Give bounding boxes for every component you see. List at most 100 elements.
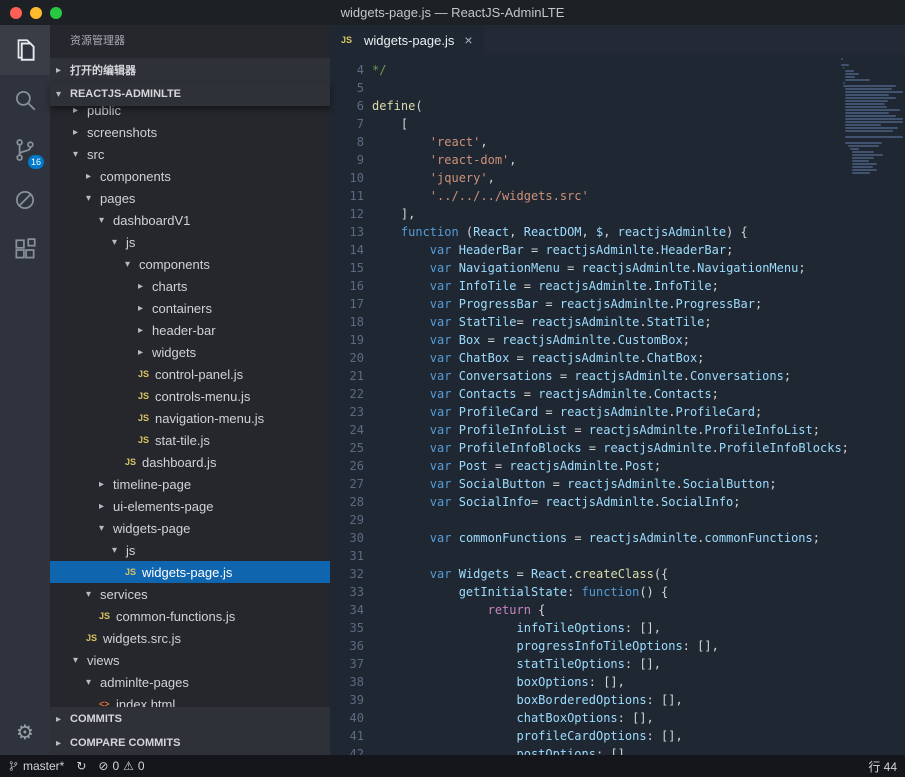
settings-gear-icon[interactable]: ⚙: [16, 709, 34, 755]
problems-indicator[interactable]: ⊘ 0 ⚠ 0: [98, 759, 144, 773]
search-icon[interactable]: [0, 75, 50, 125]
code-line[interactable]: 30 var commonFunctions = reactjsAdminlte…: [330, 529, 905, 547]
tree-item-src[interactable]: ▾ src: [50, 143, 330, 165]
tree-item-services[interactable]: ▾ services: [50, 583, 330, 605]
tree-item-stat-tile.js[interactable]: JS stat-tile.js: [50, 429, 330, 451]
minimap-line: [852, 169, 878, 171]
tree-item-dashboardV1[interactable]: ▾ dashboardV1: [50, 209, 330, 231]
code-line[interactable]: 4 */: [330, 61, 905, 79]
code-line[interactable]: 6 define(: [330, 97, 905, 115]
git-branch-indicator[interactable]: master*: [8, 759, 64, 773]
code-line[interactable]: 20 var ChatBox = reactjsAdminlte.ChatBox…: [330, 349, 905, 367]
tree-item-views[interactable]: ▾ views: [50, 649, 330, 671]
tree-item-charts[interactable]: ▸ charts: [50, 275, 330, 297]
code-text: var ProfileCard = reactjsAdminlte.Profil…: [429, 405, 763, 419]
open-editors-section-header[interactable]: ▸ 打开的编辑器: [50, 58, 330, 82]
code-line[interactable]: 23 var ProfileCard = reactjsAdminlte.Pro…: [330, 403, 905, 421]
tree-item-index.html[interactable]: <> index.html: [50, 693, 330, 708]
code-line[interactable]: 11 '../../../widgets.src': [330, 187, 905, 205]
js-file-icon: JS: [125, 567, 137, 577]
line-number: 11: [349, 189, 364, 203]
code-text: chatBoxOptions: [],: [516, 711, 654, 725]
code-line[interactable]: 28 var SocialInfo= reactjsAdminlte.Socia…: [330, 493, 905, 511]
project-section-header[interactable]: ▾ REACTJS-ADMINLTE: [50, 82, 330, 106]
tree-item-controls-menu.js[interactable]: JS controls-menu.js: [50, 385, 330, 407]
code-line[interactable]: 40 chatBoxOptions: [],: [330, 709, 905, 727]
code-line[interactable]: 31: [330, 547, 905, 565]
code-line[interactable]: 42 postOptions: [],: [330, 745, 905, 755]
tree-item-dashboard.js[interactable]: JS dashboard.js: [50, 451, 330, 473]
code-text: ],: [372, 207, 416, 221]
code-line[interactable]: 33 getInitialState: function() {: [330, 583, 905, 601]
code-line[interactable]: 19 var Box = reactjsAdminlte.CustomBox;: [330, 331, 905, 349]
tree-item-ui-elements-page[interactable]: ▸ ui-elements-page: [50, 495, 330, 517]
explorer-icon[interactable]: [0, 25, 50, 75]
chevron-right-icon: ▸: [138, 280, 144, 292]
tree-item-navigation-menu.js[interactable]: JS navigation-menu.js: [50, 407, 330, 429]
cursor-position-indicator[interactable]: 行 44: [868, 758, 897, 775]
tree-item-widgets-page.js[interactable]: JS widgets-page.js: [50, 561, 330, 583]
tree-item-header-bar[interactable]: ▸ header-bar: [50, 319, 330, 341]
code-line[interactable]: 5: [330, 79, 905, 97]
compare-commits-section-header[interactable]: ▸ COMPARE COMMITS: [50, 731, 330, 755]
code-line[interactable]: 22 var Contacts = reactjsAdminlte.Contac…: [330, 385, 905, 403]
code-line[interactable]: 14 var HeaderBar = reactjsAdminlte.Heade…: [330, 241, 905, 259]
code-line[interactable]: 36 progressInfoTileOptions: [],: [330, 637, 905, 655]
tree-item-timeline-page[interactable]: ▸ timeline-page: [50, 473, 330, 495]
extensions-icon[interactable]: [0, 225, 50, 275]
tree-item-widgets-page[interactable]: ▾ widgets-page: [50, 517, 330, 539]
tab-widgets-page[interactable]: JS widgets-page.js ×: [330, 25, 484, 55]
code-line[interactable]: 34 return {: [330, 601, 905, 619]
code-line[interactable]: 38 boxOptions: [],: [330, 673, 905, 691]
code-line[interactable]: 25 var ProfileInfoBlocks = reactjsAdminl…: [330, 439, 905, 457]
tree-item-adminlte-pages[interactable]: ▾ adminlte-pages: [50, 671, 330, 693]
code-line[interactable]: 18 var StatTile= reactjsAdminlte.StatTil…: [330, 313, 905, 331]
code-line[interactable]: 9 'react-dom',: [330, 151, 905, 169]
code-line[interactable]: 41 profileCardOptions: [],: [330, 727, 905, 745]
code-editor[interactable]: 4 */5 6 define(7 [8 'react', 9 'react-dom', 1…: [330, 55, 905, 755]
tree-item-screenshots[interactable]: ▸ screenshots: [50, 121, 330, 143]
tree-item-js[interactable]: ▾ js: [50, 539, 330, 561]
code-line[interactable]: 24 var ProfileInfoList = reactjsAdminlte…: [330, 421, 905, 439]
source-control-icon[interactable]: 16: [0, 125, 50, 175]
code-line[interactable]: 13 function (React, ReactDOM, $, reactjs…: [330, 223, 905, 241]
code-line[interactable]: 7 [: [330, 115, 905, 133]
code-line[interactable]: 27 var SocialButton = reactjsAdminlte.So…: [330, 475, 905, 493]
code-line[interactable]: 37 statTileOptions: [],: [330, 655, 905, 673]
code-line[interactable]: 29: [330, 511, 905, 529]
code-line[interactable]: 8 'react',: [330, 133, 905, 151]
line-number: 15: [349, 261, 364, 275]
line-number: 25: [349, 441, 364, 455]
tree-item-widgets[interactable]: ▸ widgets: [50, 341, 330, 363]
code-line[interactable]: 16 var InfoTile = reactjsAdminlte.InfoTi…: [330, 277, 905, 295]
close-icon[interactable]: ×: [464, 32, 472, 48]
code-line[interactable]: 10 'jquery',: [330, 169, 905, 187]
tree-item-control-panel.js[interactable]: JS control-panel.js: [50, 363, 330, 385]
code-line[interactable]: 17 var ProgressBar = reactjsAdminlte.Pro…: [330, 295, 905, 313]
debug-icon[interactable]: [0, 175, 50, 225]
line-number: 8: [356, 135, 364, 149]
tree-item-components[interactable]: ▾ components: [50, 253, 330, 275]
minimap-line: [845, 106, 888, 108]
tree-item-components[interactable]: ▸ components: [50, 165, 330, 187]
tree-item-containers[interactable]: ▸ containers: [50, 297, 330, 319]
tree-item-pages[interactable]: ▾ pages: [50, 187, 330, 209]
sync-button[interactable]: ↻: [76, 759, 86, 773]
tree-item-label: stat-tile.js: [155, 432, 210, 448]
code-line[interactable]: 26 var Post = reactjsAdminlte.Post;: [330, 457, 905, 475]
zoom-window-button[interactable]: [50, 6, 62, 19]
code-line[interactable]: 12 ],: [330, 205, 905, 223]
code-line[interactable]: 21 var Conversations = reactjsAdminlte.C…: [330, 367, 905, 385]
code-line[interactable]: 15 var NavigationMenu = reactjsAdminlte.…: [330, 259, 905, 277]
tree-item-common-functions.js[interactable]: JS common-functions.js: [50, 605, 330, 627]
tree-item-js[interactable]: ▾ js: [50, 231, 330, 253]
close-window-button[interactable]: [10, 6, 22, 19]
minimize-window-button[interactable]: [30, 6, 42, 19]
minimap[interactable]: [841, 58, 904, 175]
code-line[interactable]: 35 infoTileOptions: [],: [330, 619, 905, 637]
chevron-down-icon: ▾: [99, 214, 105, 226]
tree-item-widgets.src.js[interactable]: JS widgets.src.js: [50, 627, 330, 649]
code-line[interactable]: 32 var Widgets = React.createClass({: [330, 565, 905, 583]
commits-section-header[interactable]: ▸ COMMITS: [50, 707, 330, 731]
code-line[interactable]: 39 boxBorderedOptions: [],: [330, 691, 905, 709]
